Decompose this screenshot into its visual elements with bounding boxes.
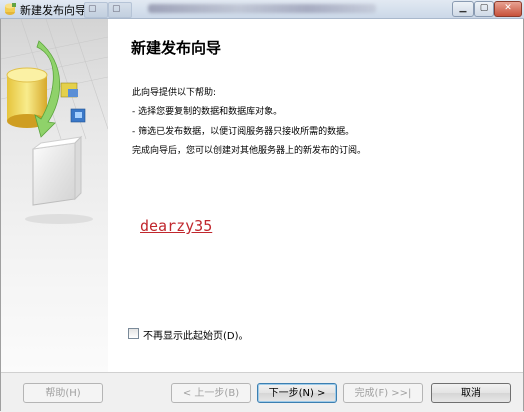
background-tab-2[interactable]: ▢ <box>108 2 132 18</box>
close-icon: ✕ <box>504 3 512 13</box>
blurred-background-title <box>148 4 376 13</box>
page-icon: ▢ <box>88 4 97 14</box>
close-button[interactable]: ✕ <box>494 1 522 17</box>
wizard-content: 新建发布向导 此向导提供以下帮助: - 选择您要复制的数据和数据库对象。 - 筛… <box>109 19 523 372</box>
maximize-button[interactable]: ▢ <box>474 1 494 17</box>
help-item-filter-data: - 筛选已发布数据，以便订阅服务器只接收所需的数据。 <box>132 127 355 137</box>
help-button[interactable]: 帮助(H) <box>23 383 103 403</box>
completion-note: 完成向导后，您可以创建对其他服务器上的新发布的订阅。 <box>132 146 367 156</box>
watermark-text: dearzy35 <box>140 217 213 235</box>
help-item-select-data: - 选择您要复制的数据和数据库对象。 <box>132 107 283 117</box>
wizard-side-banner <box>1 19 108 372</box>
dont-show-again-checkbox[interactable] <box>128 328 139 339</box>
wizard-window: 新建发布向导 此向导提供以下帮助: - 选择您要复制的数据和数据库对象。 - 筛… <box>0 19 524 412</box>
wizard-app-icon <box>5 3 16 15</box>
maximize-icon: ▢ <box>479 3 489 13</box>
next-button[interactable]: 下一步(N) > <box>257 383 337 403</box>
wizard-button-bar: 帮助(H) < 上一步(B) 下一步(N) > 完成(F) >>| 取消 <box>1 372 523 412</box>
intro-text: 此向导提供以下帮助: <box>132 88 217 98</box>
page-title: 新建发布向导 <box>131 39 222 57</box>
database-publication-illustration <box>1 19 108 224</box>
minimize-button[interactable]: ▁ <box>452 1 474 17</box>
finish-button[interactable]: 完成(F) >>| <box>343 383 423 403</box>
back-button[interactable]: < 上一步(B) <box>171 383 251 403</box>
background-tab-1[interactable]: ▢ <box>84 2 108 18</box>
window-title: 新建发布向导 <box>20 4 86 17</box>
dont-show-again-label[interactable]: 不再显示此起始页(D)。 <box>143 327 249 342</box>
page-icon: ▢ <box>112 4 121 14</box>
minimize-icon: ▁ <box>459 3 467 13</box>
title-bar[interactable]: 新建发布向导 ▢ ▢ ▁ ▢ ✕ <box>0 0 524 19</box>
cancel-button[interactable]: 取消 <box>431 383 511 403</box>
